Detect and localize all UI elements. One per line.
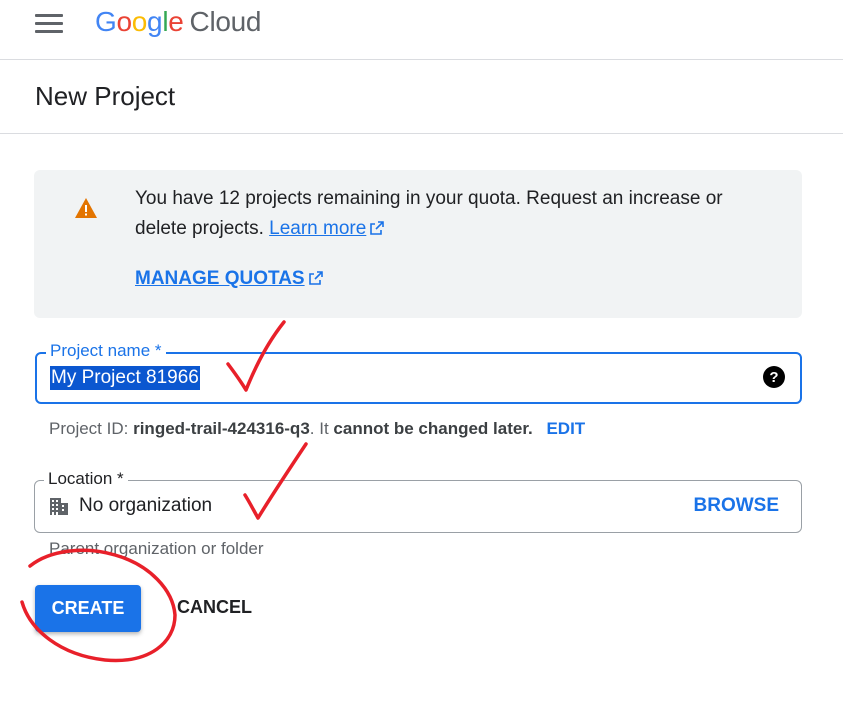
page-title: New Project xyxy=(35,81,176,111)
project-id-line: Project ID: ringed-trail-424316-q3. It c… xyxy=(49,419,585,439)
learn-more-label: Learn more xyxy=(269,218,367,239)
location-field[interactable]: Location * No organization BROWSE xyxy=(34,469,802,533)
project-id-warning: cannot be changed later. xyxy=(333,419,533,438)
logo-letter: e xyxy=(168,6,184,37)
project-id-prefix: Project ID: xyxy=(49,419,134,438)
quota-notice: You have 12 projects remaining in your q… xyxy=(34,170,802,318)
project-name-field[interactable]: Project name * My Project 81966 ? xyxy=(35,341,802,404)
edit-project-id-button[interactable]: EDIT xyxy=(546,419,585,438)
external-link-icon xyxy=(370,221,385,235)
location-label: Location * xyxy=(44,469,128,489)
quota-message: You have 12 projects remaining in your q… xyxy=(135,188,723,239)
svg-text:?: ? xyxy=(769,369,778,386)
project-name-label: Project name * xyxy=(46,341,166,361)
logo-suffix: Cloud xyxy=(189,6,262,37)
top-bar: Google Cloud xyxy=(0,0,843,60)
project-name-input[interactable]: My Project 81966 xyxy=(50,366,200,390)
hamburger-menu-icon[interactable] xyxy=(35,14,63,34)
external-link-icon xyxy=(308,271,323,285)
logo-letter: o xyxy=(131,6,148,37)
location-value: No organization xyxy=(79,495,213,516)
learn-more-link[interactable]: Learn more xyxy=(269,218,385,239)
project-id-middle: . It xyxy=(309,419,334,438)
browse-button[interactable]: BROWSE xyxy=(694,495,780,517)
title-bar: New Project xyxy=(0,60,843,134)
help-icon[interactable]: ? xyxy=(763,366,785,393)
manage-quotas-link[interactable]: MANAGE QUOTAS xyxy=(135,268,324,290)
project-id-value: ringed-trail-424316-q3 xyxy=(133,419,310,438)
create-button[interactable]: CREATE xyxy=(35,585,141,632)
location-hint: Parent organization or folder xyxy=(49,539,264,558)
manage-quotas-label: MANAGE QUOTAS xyxy=(135,268,305,289)
quota-notice-text: You have 12 projects remaining in your q… xyxy=(135,184,755,244)
building-icon xyxy=(49,496,69,521)
logo-letter: g xyxy=(147,6,163,37)
google-cloud-logo[interactable]: Google Cloud xyxy=(95,6,262,38)
cancel-button[interactable]: CANCEL xyxy=(177,597,252,618)
logo-letter: o xyxy=(116,6,132,37)
warning-icon xyxy=(74,197,98,224)
logo-letter: G xyxy=(95,6,117,37)
